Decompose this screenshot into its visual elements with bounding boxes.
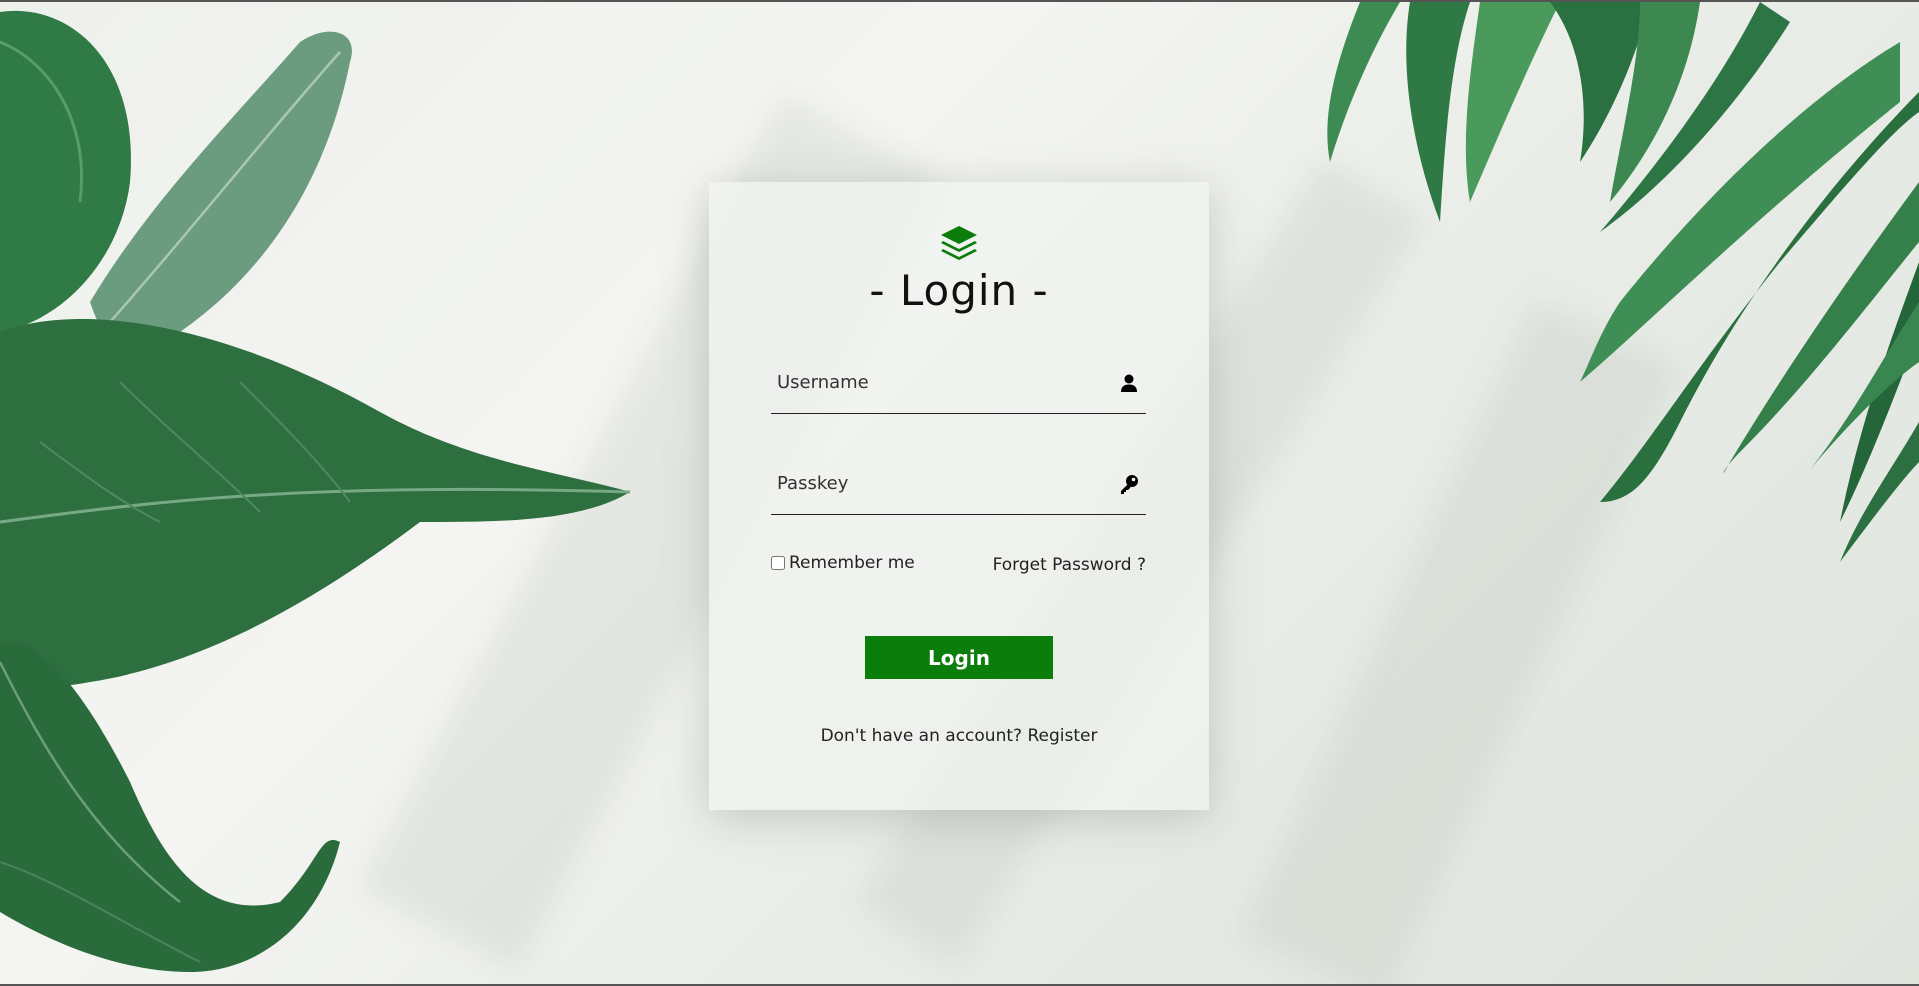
remember-me[interactable]: Remember me (771, 553, 915, 573)
remember-me-label: Remember me (789, 553, 915, 573)
passkey-field (771, 453, 1146, 515)
user-icon (1121, 374, 1137, 392)
username-field (771, 352, 1146, 414)
passkey-input[interactable] (771, 467, 1107, 499)
key-icon (1121, 475, 1138, 494)
register-prompt: Don't have an account? (820, 726, 1023, 746)
remember-me-checkbox[interactable] (771, 556, 785, 570)
register-link[interactable]: Register (1027, 726, 1097, 746)
username-input[interactable] (771, 366, 1107, 398)
register-line: Don't have an account? Register (709, 726, 1209, 746)
login-options: Remember me Forget Password ? (771, 553, 1146, 583)
login-form: Remember me Forget Password ? Login Don'… (709, 180, 1209, 808)
login-button[interactable]: Login (865, 636, 1053, 679)
forgot-password-link[interactable]: Forget Password ? (993, 555, 1146, 575)
